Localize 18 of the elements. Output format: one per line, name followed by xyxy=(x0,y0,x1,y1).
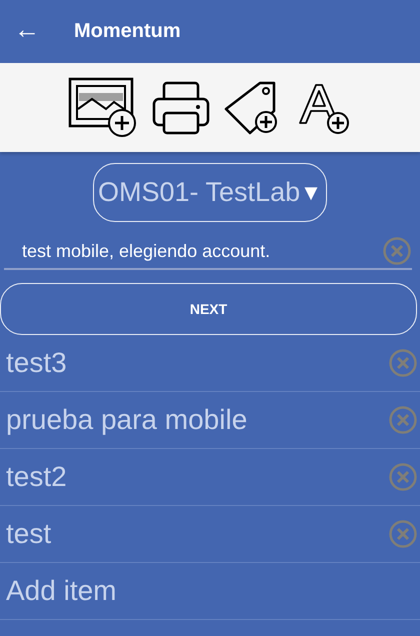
delete-icon[interactable] xyxy=(388,519,418,549)
printer-icon[interactable] xyxy=(152,80,210,134)
list-item[interactable]: prueba para mobile xyxy=(6,404,248,436)
delete-icon[interactable] xyxy=(388,348,418,378)
account-dropdown[interactable]: OMS01- TestLab▼ xyxy=(93,163,327,222)
delete-icon[interactable] xyxy=(388,405,418,435)
delete-icon[interactable] xyxy=(388,462,418,492)
caret-icon: ▼ xyxy=(300,180,322,206)
list-item[interactable]: test xyxy=(6,518,52,550)
add-item-button[interactable]: Add item xyxy=(6,575,116,607)
next-button[interactable]: NEXT xyxy=(0,283,417,335)
list-item[interactable]: test2 xyxy=(6,461,67,493)
back-button[interactable]: ← xyxy=(14,16,40,48)
add-image-icon[interactable] xyxy=(68,76,138,138)
app-title: Momentum xyxy=(74,20,181,43)
input-field[interactable]: test mobile, elegiendo account. xyxy=(4,240,382,262)
list-item[interactable]: test3 xyxy=(6,347,67,379)
clear-icon[interactable] xyxy=(382,236,412,266)
